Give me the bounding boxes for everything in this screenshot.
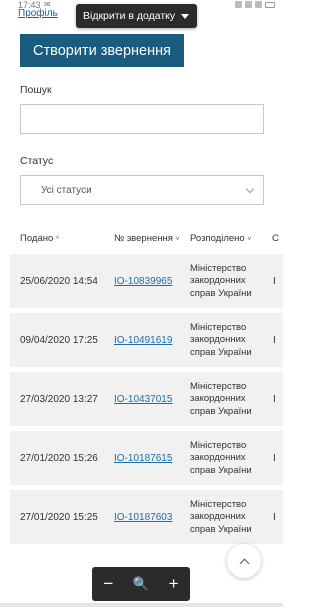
column-status-truncated[interactable]: С (272, 233, 279, 244)
search-input[interactable] (20, 104, 264, 134)
row-date: 25/06/2020 14:54 (20, 276, 98, 287)
row-status-truncated: I (273, 453, 276, 464)
request-number-link[interactable]: IO-10839965 (114, 276, 172, 287)
create-request-button[interactable]: Створити звернення (20, 34, 184, 67)
row-date: 27/03/2020 13:27 (20, 394, 98, 405)
row-date: 27/01/2020 15:25 (20, 512, 98, 523)
caret-down-icon (181, 14, 189, 19)
column-number-label: № звернення (114, 233, 173, 244)
open-in-app-label: Відкрити в додатку (83, 10, 176, 22)
row-status-truncated: I (273, 335, 276, 346)
sort-desc-icon: ˅ (175, 236, 180, 243)
table-row[interactable]: 25/06/2020 14:54 IO-10839965 Міністерств… (10, 254, 283, 308)
sort-asc-icon: ^ (55, 236, 60, 243)
table-row[interactable]: 27/01/2020 15:26 IO-10187615 Міністерств… (10, 431, 283, 485)
status-select[interactable]: Усі статуси (20, 175, 264, 205)
request-number-link[interactable]: IO-10491619 (114, 335, 172, 346)
zoom-controls: − 🔍 + (92, 567, 190, 601)
chevron-up-icon (239, 558, 249, 568)
wifi-icon (245, 1, 252, 8)
column-assigned-label: Розподілено (190, 233, 245, 244)
row-date: 09/04/2020 17:25 (20, 335, 98, 346)
status-label: Статус (20, 155, 54, 167)
alarm-icon (235, 1, 242, 8)
column-assigned[interactable]: Розподілено ˅ (190, 233, 251, 244)
zoom-in-button[interactable]: + (160, 570, 188, 598)
request-number-link[interactable]: IO-10437015 (114, 394, 172, 405)
table-row[interactable]: 27/03/2020 13:27 IO-10437015 Міністерств… (10, 372, 283, 426)
row-assigned: Міністерство закордонних справ України (190, 381, 252, 417)
row-assigned: Міністерство закордонних справ України (190, 322, 252, 358)
requests-table-body: 25/06/2020 14:54 IO-10839965 Міністерств… (10, 254, 283, 549)
bottom-divider (0, 603, 283, 607)
row-date: 27/01/2020 15:26 (20, 453, 98, 464)
profile-link[interactable]: Профіль (18, 8, 58, 19)
row-status-truncated: I (273, 512, 276, 523)
scroll-to-top-button[interactable] (227, 544, 261, 578)
sort-desc-icon: ˅ (247, 236, 252, 243)
chevron-down-icon (245, 184, 255, 194)
search-label: Пошук (20, 84, 52, 96)
column-submitted[interactable]: Подано ^ (20, 233, 59, 244)
zoom-out-button[interactable]: − (94, 570, 122, 598)
open-in-app-button[interactable]: Відкрити в додатку (76, 4, 197, 28)
table-row[interactable]: 09/04/2020 17:25 IO-10491619 Міністерств… (10, 313, 283, 367)
row-status-truncated: I (273, 394, 276, 405)
row-assigned: Міністерство закордонних справ України (190, 440, 252, 476)
signal-icon (255, 1, 262, 8)
status-icons (235, 1, 275, 8)
request-number-link[interactable]: IO-10187615 (114, 453, 172, 464)
request-number-link[interactable]: IO-10187603 (114, 512, 172, 523)
row-status-truncated: I (273, 276, 276, 287)
table-header: Подано ^ № звернення ˅ Розподілено ˅ С (0, 230, 283, 248)
zoom-icon[interactable]: 🔍 (127, 570, 155, 598)
row-assigned: Міністерство закордонних справ України (190, 499, 252, 535)
status-select-value: Усі статуси (41, 184, 92, 196)
column-submitted-label: Подано (20, 233, 54, 244)
battery-icon (265, 1, 275, 8)
column-number[interactable]: № звернення ˅ (114, 233, 180, 244)
table-row[interactable]: 27/01/2020 15:25 IO-10187603 Міністерств… (10, 490, 283, 544)
row-assigned: Міністерство закордонних справ України (190, 263, 252, 299)
